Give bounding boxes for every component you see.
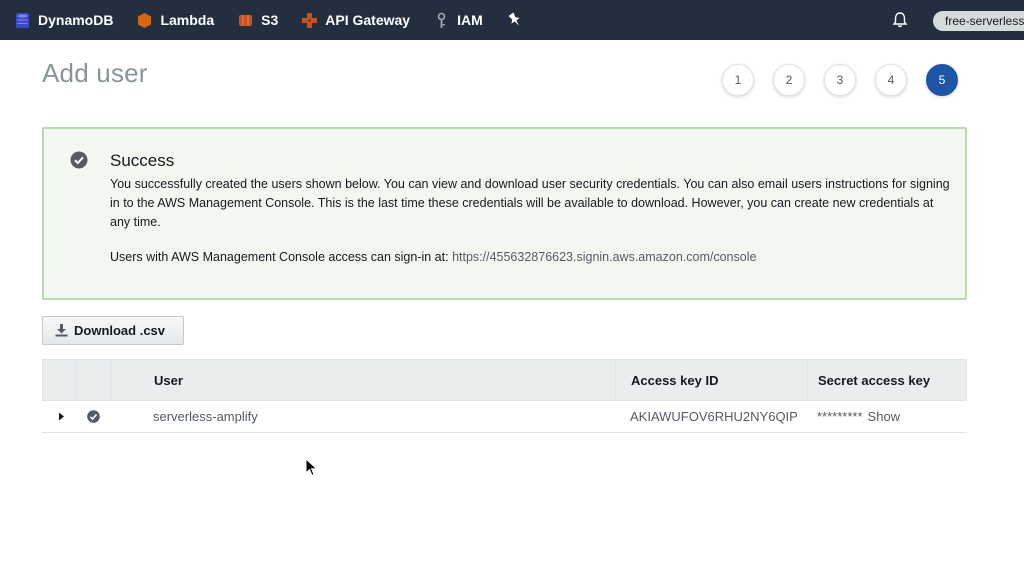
download-icon	[55, 324, 68, 337]
nav-item-label: S3	[261, 12, 279, 28]
access-key-cell: AKIAWUFOV6RHU2NY6QIP	[630, 409, 798, 424]
show-secret-link[interactable]: Show	[868, 409, 901, 424]
account-menu[interactable]: free-serverless	[933, 11, 1024, 31]
caret-right-icon	[58, 412, 64, 421]
secret-masked-value: *********	[817, 409, 863, 424]
secret-key-column-header[interactable]: Secret access key	[808, 360, 966, 400]
download-label: Download .csv	[74, 323, 166, 338]
nav-item-dynamodb[interactable]: DynamoDB	[0, 0, 122, 40]
bell-icon[interactable]	[891, 11, 909, 29]
expand-column-header	[43, 360, 77, 400]
nav-item-label: Lambda	[160, 12, 215, 28]
api-gateway-icon	[302, 12, 318, 28]
download-csv-button[interactable]: Download .csv	[42, 316, 184, 345]
lambda-icon	[138, 12, 152, 28]
users-table: User Access key ID Secret access key ser…	[42, 359, 967, 433]
mouse-cursor-icon	[305, 458, 318, 477]
status-column-header	[77, 360, 111, 400]
pin-icon[interactable]	[506, 11, 524, 29]
nav-item-s3[interactable]: S3	[223, 0, 287, 40]
success-check-icon	[86, 410, 100, 423]
nav-item-iam[interactable]: IAM	[419, 0, 492, 40]
dynamodb-icon	[16, 12, 29, 28]
nav-item-label: IAM	[457, 12, 483, 28]
table-row: serverless-amplify AKIAWUFOV6RHU2NY6QIP …	[42, 401, 967, 433]
step-5-active: 5	[926, 64, 958, 96]
step-2[interactable]: 2	[773, 64, 805, 96]
table-header: User Access key ID Secret access key	[42, 359, 967, 401]
page-title: Add user	[42, 58, 148, 88]
success-alert: Success You successfully created the use…	[42, 127, 967, 300]
access-key-column-header[interactable]: Access key ID	[616, 360, 808, 400]
user-name-cell: serverless-amplify	[153, 409, 258, 424]
wizard-steps: 1 2 3 4 5	[722, 64, 977, 96]
nav-item-label: API Gateway	[325, 12, 411, 28]
step-1[interactable]: 1	[722, 64, 754, 96]
nav-item-api-gateway[interactable]: API Gateway	[287, 0, 419, 40]
account-label: free-serverless	[945, 14, 1024, 28]
signin-info: Users with AWS Management Console access…	[110, 250, 756, 264]
secret-key-cell: ********* Show	[807, 401, 965, 432]
user-column-header[interactable]: User	[111, 360, 616, 400]
iam-icon	[437, 12, 446, 28]
nav-item-label: DynamoDB	[38, 12, 114, 28]
step-4[interactable]: 4	[875, 64, 907, 96]
expand-row-toggle[interactable]	[42, 401, 76, 432]
nav-item-lambda[interactable]: Lambda	[122, 0, 223, 40]
signin-prefix: Users with AWS Management Console access…	[110, 250, 449, 264]
s3-icon	[239, 14, 253, 26]
success-check-icon	[70, 151, 88, 169]
alert-title: Success	[110, 151, 175, 170]
alert-message: You successfully created the users shown…	[110, 177, 950, 229]
step-3[interactable]: 3	[824, 64, 856, 96]
signin-url-link[interactable]: https://455632876623.signin.aws.amazon.c…	[452, 250, 756, 264]
row-status	[76, 401, 110, 432]
top-navigation-bar: DynamoDB Lambda S3 API Gateway IAM free-…	[0, 0, 1024, 40]
